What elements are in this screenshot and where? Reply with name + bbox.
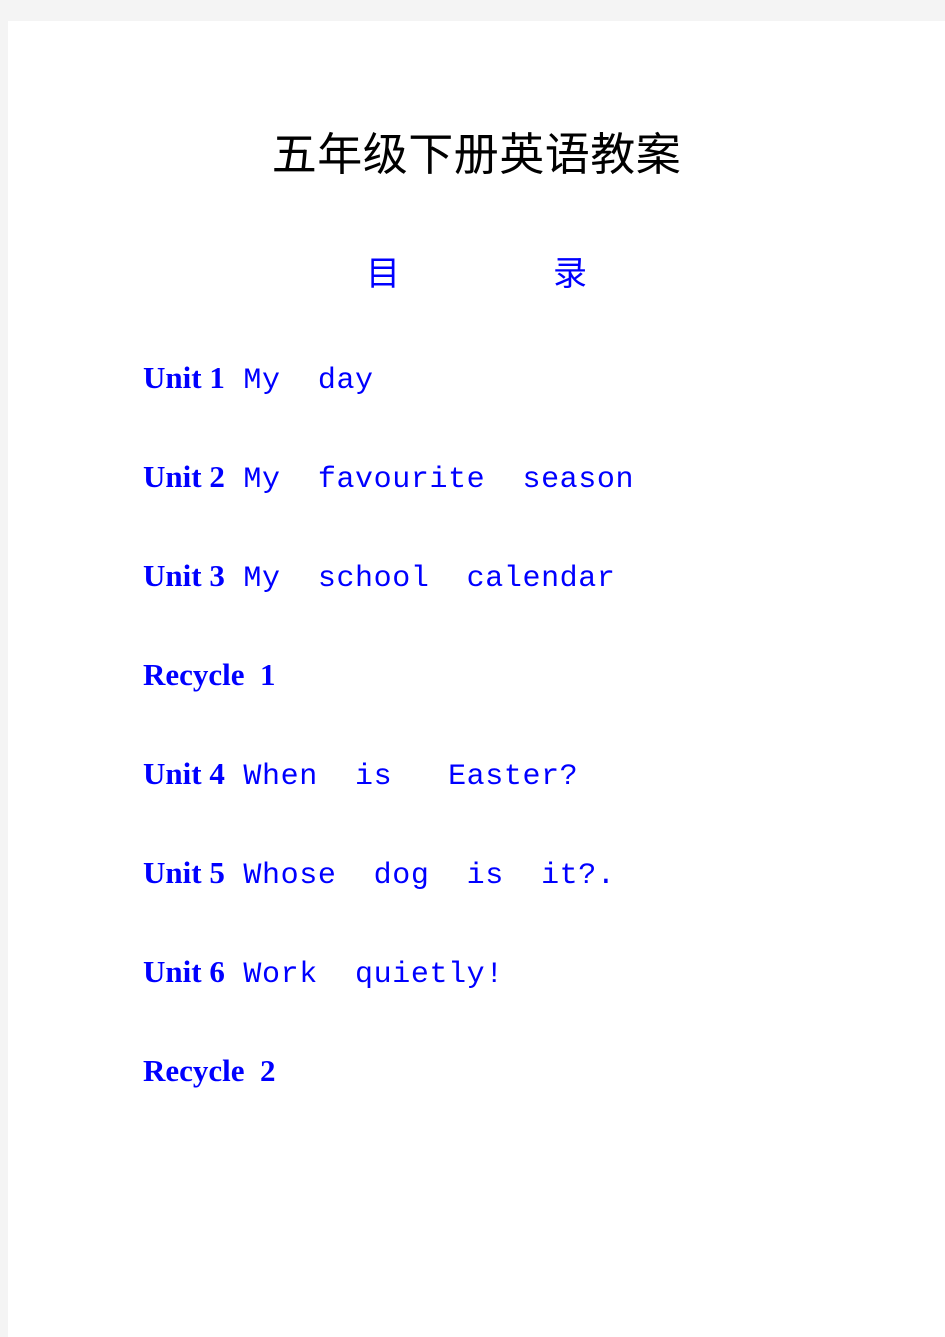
toc-entry-title: Work quietly! <box>224 958 504 992</box>
toc-entry[interactable]: Unit 1 My day <box>143 358 933 457</box>
toc-entry-label: Unit 5 <box>143 855 225 890</box>
toc-entry-label: Unit 2 <box>143 459 225 494</box>
toc-entry-label: Recycle 2 <box>143 1053 276 1088</box>
toc-entry[interactable]: Unit 3 My school calendar <box>143 556 933 655</box>
toc-entry-label: Unit 6 <box>143 954 225 989</box>
toc-entry-label: Recycle 1 <box>143 657 276 692</box>
table-of-contents-heading: 目 录 <box>366 256 587 293</box>
toc-entry-title: My day <box>224 364 374 398</box>
toc-entry[interactable]: Recycle 2 <box>143 1051 933 1150</box>
page-title: 五年级下册英语教案 <box>271 130 682 180</box>
toc-entry-label: Unit 3 <box>143 558 225 593</box>
document-page: 五年级下册英语教案 目 录 Unit 1 My day Unit 2 My fav… <box>8 21 945 1337</box>
toc-entry-title: When is Easter? <box>224 760 579 794</box>
toc-entry-title: My favourite season <box>224 463 635 497</box>
toc-entry-label: Unit 4 <box>143 756 225 791</box>
toc-entry[interactable]: Unit 5 Whose dog is it?. <box>143 853 933 952</box>
toc-entry-title: Whose dog is it?. <box>224 859 616 893</box>
toc-entry-label: Unit 1 <box>143 360 225 395</box>
toc-entry[interactable]: Unit 4 When is Easter? <box>143 754 933 853</box>
toc-entry[interactable]: Unit 2 My favourite season <box>143 457 933 556</box>
toc-entry-title: My school calendar <box>224 562 616 596</box>
table-of-contents-list: Unit 1 My day Unit 2 My favourite season U… <box>143 358 933 1150</box>
toc-entry[interactable]: Recycle 1 <box>143 655 933 754</box>
toc-entry[interactable]: Unit 6 Work quietly! <box>143 952 933 1051</box>
